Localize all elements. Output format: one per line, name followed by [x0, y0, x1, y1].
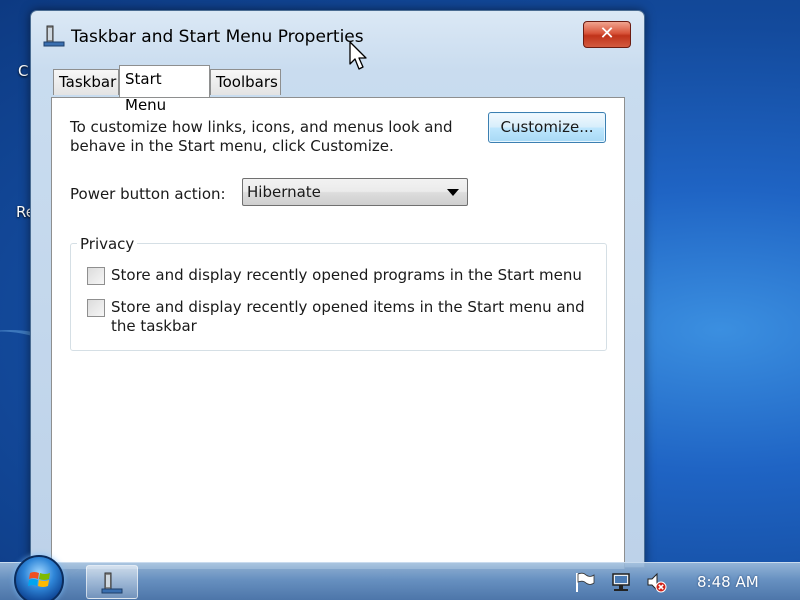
recent-programs-checkbox[interactable] [87, 267, 105, 285]
power-button-value: Hibernate [247, 183, 321, 201]
windows-logo-icon [28, 572, 50, 587]
recent-items-label[interactable]: Store and display recently opened items … [111, 298, 587, 336]
customize-button[interactable]: Customize... [488, 112, 606, 143]
network-icon[interactable] [610, 571, 632, 593]
speaker-muted-icon[interactable] [645, 571, 667, 593]
tab-taskbar[interactable]: Taskbar [53, 69, 119, 95]
power-button-select[interactable]: Hibernate [242, 178, 468, 206]
customize-description: To customize how links, icons, and menus… [70, 118, 453, 155]
privacy-legend: Privacy [77, 235, 138, 253]
chevron-down-icon [447, 189, 459, 196]
mouse-cursor-icon [349, 41, 367, 70]
privacy-group: Privacy Store and display recently opene… [70, 235, 607, 351]
desktop-icon-label-fragment[interactable]: C [18, 62, 28, 80]
close-button[interactable]: ✕ [583, 21, 631, 48]
tab-toolbars[interactable]: Toolbars [210, 69, 281, 95]
taskbar-app-properties[interactable] [86, 565, 138, 599]
taskbar: 8:48 AM [0, 555, 800, 600]
properties-dialog: Taskbar and Start Menu Properties ✕ Task… [30, 10, 645, 569]
start-button[interactable] [14, 555, 64, 600]
flag-icon[interactable] [573, 571, 595, 593]
tab-start-menu[interactable]: Start Menu [119, 65, 210, 114]
recent-items-checkbox[interactable] [87, 299, 105, 317]
power-button-label: Power button action: [70, 185, 226, 203]
start-menu-panel: To customize how links, icons, and menus… [51, 97, 625, 569]
system-clock[interactable]: 8:48 AM [697, 573, 759, 591]
taskbar-properties-icon [101, 572, 123, 594]
recent-programs-label[interactable]: Store and display recently opened progra… [111, 266, 587, 285]
window-title: Taskbar and Start Menu Properties [71, 27, 364, 47]
taskbar-properties-icon [43, 25, 65, 47]
